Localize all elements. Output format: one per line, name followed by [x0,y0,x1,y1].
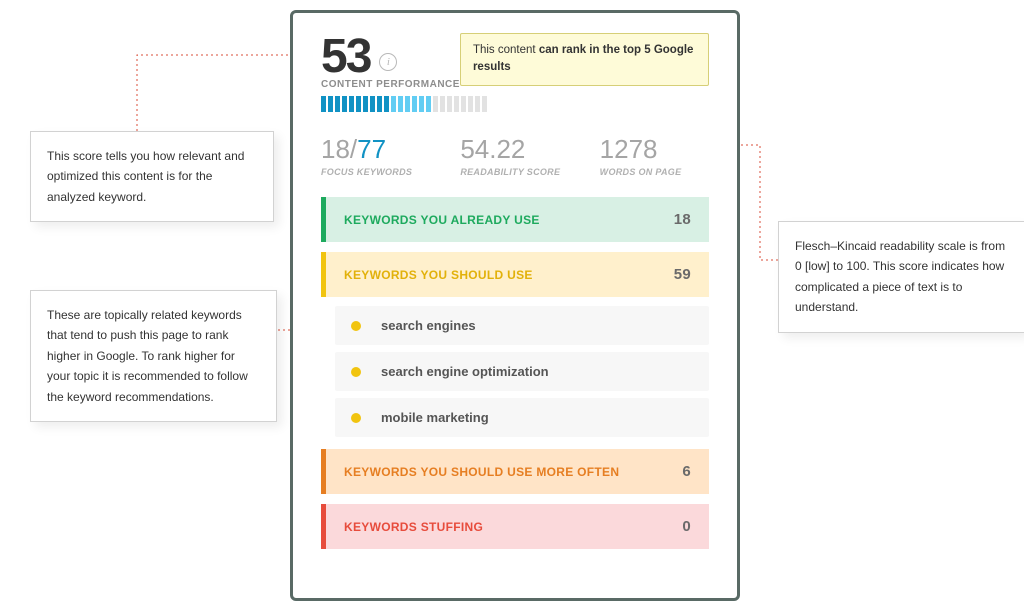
progress-tick [468,96,473,112]
info-icon[interactable]: i [379,53,397,71]
progress-tick [377,96,382,112]
keyword-item-label: search engines [381,318,476,333]
stat-focus-keywords: 18/77 FOCUS KEYWORDS [321,136,430,177]
section-title: KEYWORDS STUFFING [344,520,483,534]
keyword-sections: KEYWORDS YOU ALREADY USE 18 KEYWORDS YOU… [321,197,709,549]
keyword-item[interactable]: search engines [335,306,709,345]
progress-tick [342,96,347,112]
performance-score-label: CONTENT PERFORMANCE [321,79,460,90]
progress-tick [419,96,424,112]
progress-bar [321,96,709,112]
progress-tick [384,96,389,112]
section-count: 0 [682,518,691,535]
words-value: 1278 [600,136,709,162]
progress-tick [440,96,445,112]
stat-readability: 54.22 READABILITY SCORE [460,136,569,177]
keyword-item[interactable]: search engine optimization [335,352,709,391]
keyword-item-label: search engine optimization [381,364,549,379]
stat-words: 1278 WORDS ON PAGE [600,136,709,177]
progress-tick [461,96,466,112]
section-count: 18 [674,211,691,228]
keyword-item-label: mobile marketing [381,410,489,425]
content-performance-card: 53 i CONTENT PERFORMANCE This content ca… [290,10,740,601]
progress-tick [482,96,487,112]
progress-tick [363,96,368,112]
readability-value: 54.22 [460,136,569,162]
focus-keywords-current: 18 [321,134,350,164]
performance-score: 53 [321,33,370,81]
rank-hint-tooltip: This content can rank in the top 5 Googl… [460,33,709,86]
keyword-dot-icon [351,321,361,331]
progress-tick [475,96,480,112]
focus-keywords-total: 77 [357,134,386,164]
section-keywords-stuffing[interactable]: KEYWORDS STUFFING 0 [321,504,709,549]
progress-tick [405,96,410,112]
section-count: 6 [682,463,691,480]
progress-tick [328,96,333,112]
words-label: WORDS ON PAGE [600,167,709,177]
readability-label: READABILITY SCORE [460,167,569,177]
annotation-score-explainer: This score tells you how relevant and op… [30,131,274,222]
section-title: KEYWORDS YOU SHOULD USE MORE OFTEN [344,465,619,479]
rank-hint-prefix: This content [473,44,536,56]
progress-tick [447,96,452,112]
score-row: 53 i CONTENT PERFORMANCE This content ca… [321,33,709,90]
progress-tick [391,96,396,112]
section-title: KEYWORDS YOU ALREADY USE [344,213,540,227]
section-keywords-already-use[interactable]: KEYWORDS YOU ALREADY USE 18 [321,197,709,242]
keyword-item[interactable]: mobile marketing [335,398,709,437]
progress-tick [398,96,403,112]
progress-tick [349,96,354,112]
keyword-dot-icon [351,413,361,423]
progress-tick [335,96,340,112]
progress-tick [356,96,361,112]
section-keywords-should-use[interactable]: KEYWORDS YOU SHOULD USE 59 search engine… [321,252,709,439]
annotation-keywords-explainer: These are topically related keywords tha… [30,290,277,422]
progress-tick [412,96,417,112]
keyword-list: search engines search engine optimization… [321,297,709,439]
progress-tick [321,96,326,112]
section-title: KEYWORDS YOU SHOULD USE [344,268,533,282]
section-keywords-use-more-often[interactable]: KEYWORDS YOU SHOULD USE MORE OFTEN 6 [321,449,709,494]
keyword-dot-icon [351,367,361,377]
annotation-readability-explainer: Flesch–Kincaid readability scale is from… [778,221,1024,333]
focus-keywords-label: FOCUS KEYWORDS [321,167,430,177]
progress-tick [454,96,459,112]
progress-tick [433,96,438,112]
section-count: 59 [674,266,691,283]
progress-tick [370,96,375,112]
progress-tick [426,96,431,112]
stats-row: 18/77 FOCUS KEYWORDS 54.22 READABILITY S… [321,136,709,177]
